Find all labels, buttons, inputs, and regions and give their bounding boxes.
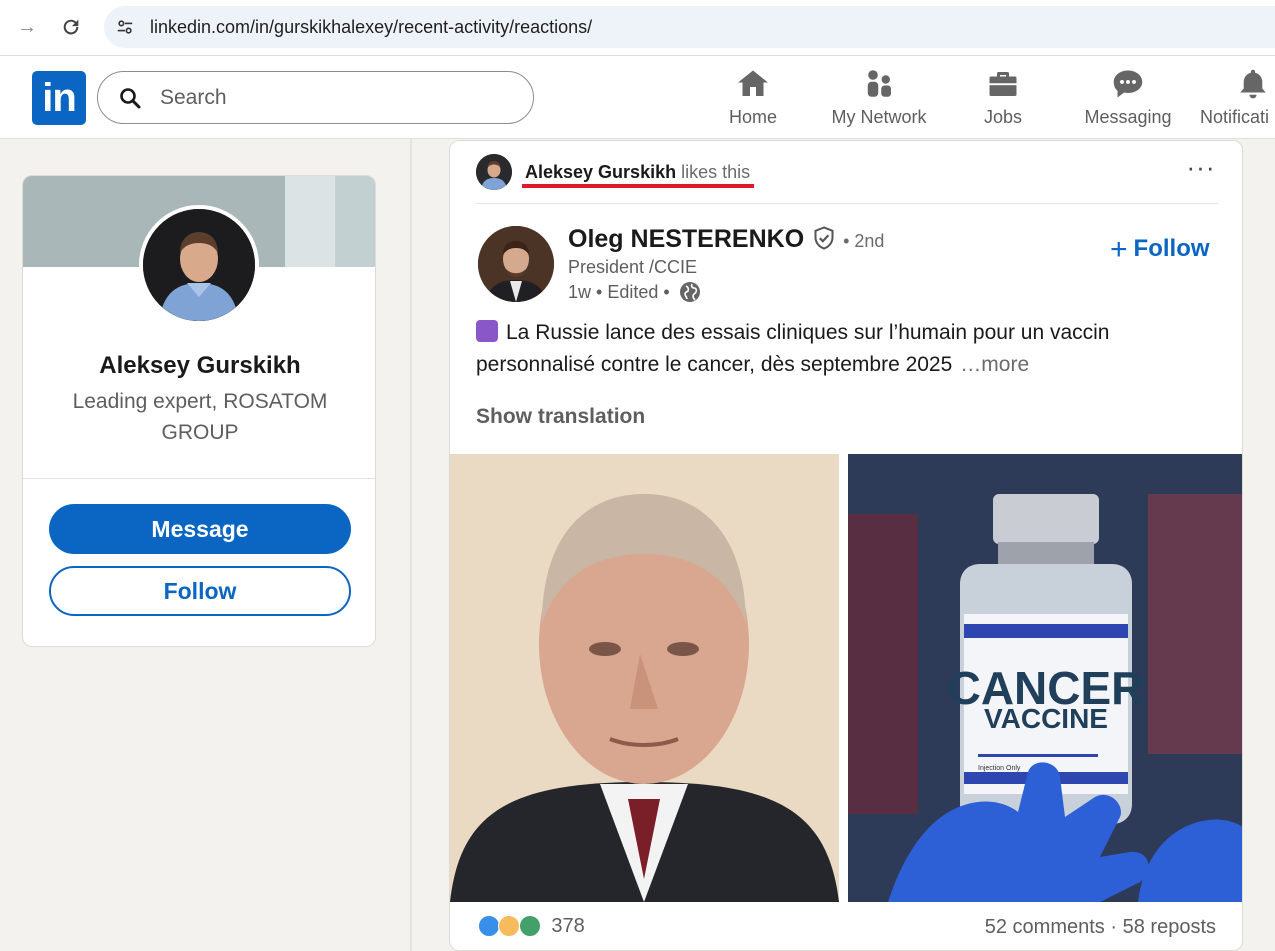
profile-name[interactable]: Aleksey Gurskikh (23, 352, 375, 380)
post-time: 1w • Edited • (568, 282, 670, 302)
post-body: La Russie lance des essais cliniques sur… (476, 317, 1216, 381)
like-reaction-icon (478, 915, 500, 937)
reload-icon[interactable] (58, 14, 84, 40)
arrow-right-icon[interactable]: → (14, 14, 40, 40)
profile-avatar[interactable] (139, 205, 259, 325)
connection-degree: • 2nd (843, 231, 885, 251)
nav-jobs-label: Jobs (983, 107, 1023, 127)
post-image-vaccine[interactable]: CANCER VACCINE Injection Only (848, 454, 1242, 902)
browser-toolbar: → linkedin.com/in/gurskikhalexey/recent-… (0, 0, 1275, 56)
nav-my-network[interactable]: My Network (824, 66, 934, 132)
network-icon (867, 70, 891, 97)
see-more-button[interactable]: …more (960, 353, 1029, 376)
vial-label-small: Injection Only (978, 765, 1021, 772)
purple-square-emoji (476, 320, 498, 342)
support-reaction-icon (518, 915, 541, 937)
nav-notifications[interactable]: Notificati (1200, 66, 1275, 132)
search-icon (120, 88, 141, 109)
reactions-summary[interactable]: 378 (478, 915, 585, 938)
url-text[interactable]: linkedin.com/in/gurskikhalexey/recent-ac… (150, 17, 592, 38)
profile-headline: Leading expert, ROSATOM GROUP (72, 390, 328, 444)
author-title: President /CCIE (568, 257, 698, 277)
search-box[interactable] (97, 71, 534, 124)
comments-count[interactable]: 52 comments (985, 916, 1105, 938)
plus-icon: + (1110, 233, 1128, 266)
insightful-reaction-icon (498, 915, 521, 937)
message-button[interactable]: Message (49, 504, 351, 554)
bell-icon (1240, 69, 1266, 99)
home-icon (738, 70, 768, 96)
column-divider (410, 139, 412, 951)
follow-author-label: Follow (1133, 235, 1210, 262)
verified-shield-icon (814, 226, 834, 250)
reaction-count[interactable]: 378 (551, 915, 584, 937)
search-input[interactable] (160, 80, 510, 116)
red-underline-annotation (522, 184, 754, 188)
activity-actor[interactable]: Aleksey Gurskikh (525, 162, 676, 182)
author-name[interactable]: Oleg NESTERENKO (568, 225, 804, 253)
nav-home-label: Home (728, 107, 777, 127)
activity-action: likes this (681, 162, 751, 182)
activity-header: Aleksey Gurskikh likes this (525, 162, 750, 183)
follow-button[interactable]: Follow (49, 566, 351, 616)
nav-jobs[interactable]: Jobs (968, 66, 1038, 132)
feed-post: Aleksey Gurskikh likes this ··· Oleg NES… (449, 140, 1243, 951)
stats-separator: · (1110, 916, 1118, 938)
linkedin-header: in Home My Network Jobs Messaging (0, 56, 1275, 139)
author-line: Oleg NESTERENKO • 2nd (568, 225, 884, 254)
globe-icon (679, 282, 700, 302)
show-translation-button[interactable]: Show translation (476, 405, 645, 429)
briefcase-icon (989, 72, 1017, 96)
nav-messaging[interactable]: Messaging (1080, 66, 1176, 132)
follow-author-button[interactable]: + Follow (1110, 233, 1210, 267)
post-stats: 52 comments · 58 reposts (985, 916, 1216, 939)
post-image-portrait[interactable] (450, 454, 839, 902)
linkedin-logo[interactable]: in (32, 71, 86, 125)
nav-notifications-label: Notificati (1200, 107, 1270, 127)
nav-messaging-label: Messaging (1084, 107, 1172, 127)
reposts-count[interactable]: 58 reposts (1123, 916, 1216, 938)
author-avatar[interactable] (478, 226, 554, 302)
site-settings-icon[interactable] (116, 18, 134, 36)
vial-label-vaccine: VACCINE (984, 703, 1108, 734)
messaging-icon (1113, 70, 1143, 98)
address-bar[interactable]: linkedin.com/in/gurskikhalexey/recent-ac… (104, 6, 1275, 48)
divider (476, 203, 1218, 204)
divider (23, 478, 375, 479)
nav-home[interactable]: Home (718, 66, 788, 132)
more-options-icon[interactable]: ··· (1186, 154, 1216, 187)
post-meta: 1w • Edited • (568, 281, 701, 303)
activity-avatar[interactable] (476, 154, 512, 190)
nav-my-network-label: My Network (831, 107, 927, 127)
profile-card: Aleksey Gurskikh Leading expert, ROSATOM… (22, 175, 376, 647)
